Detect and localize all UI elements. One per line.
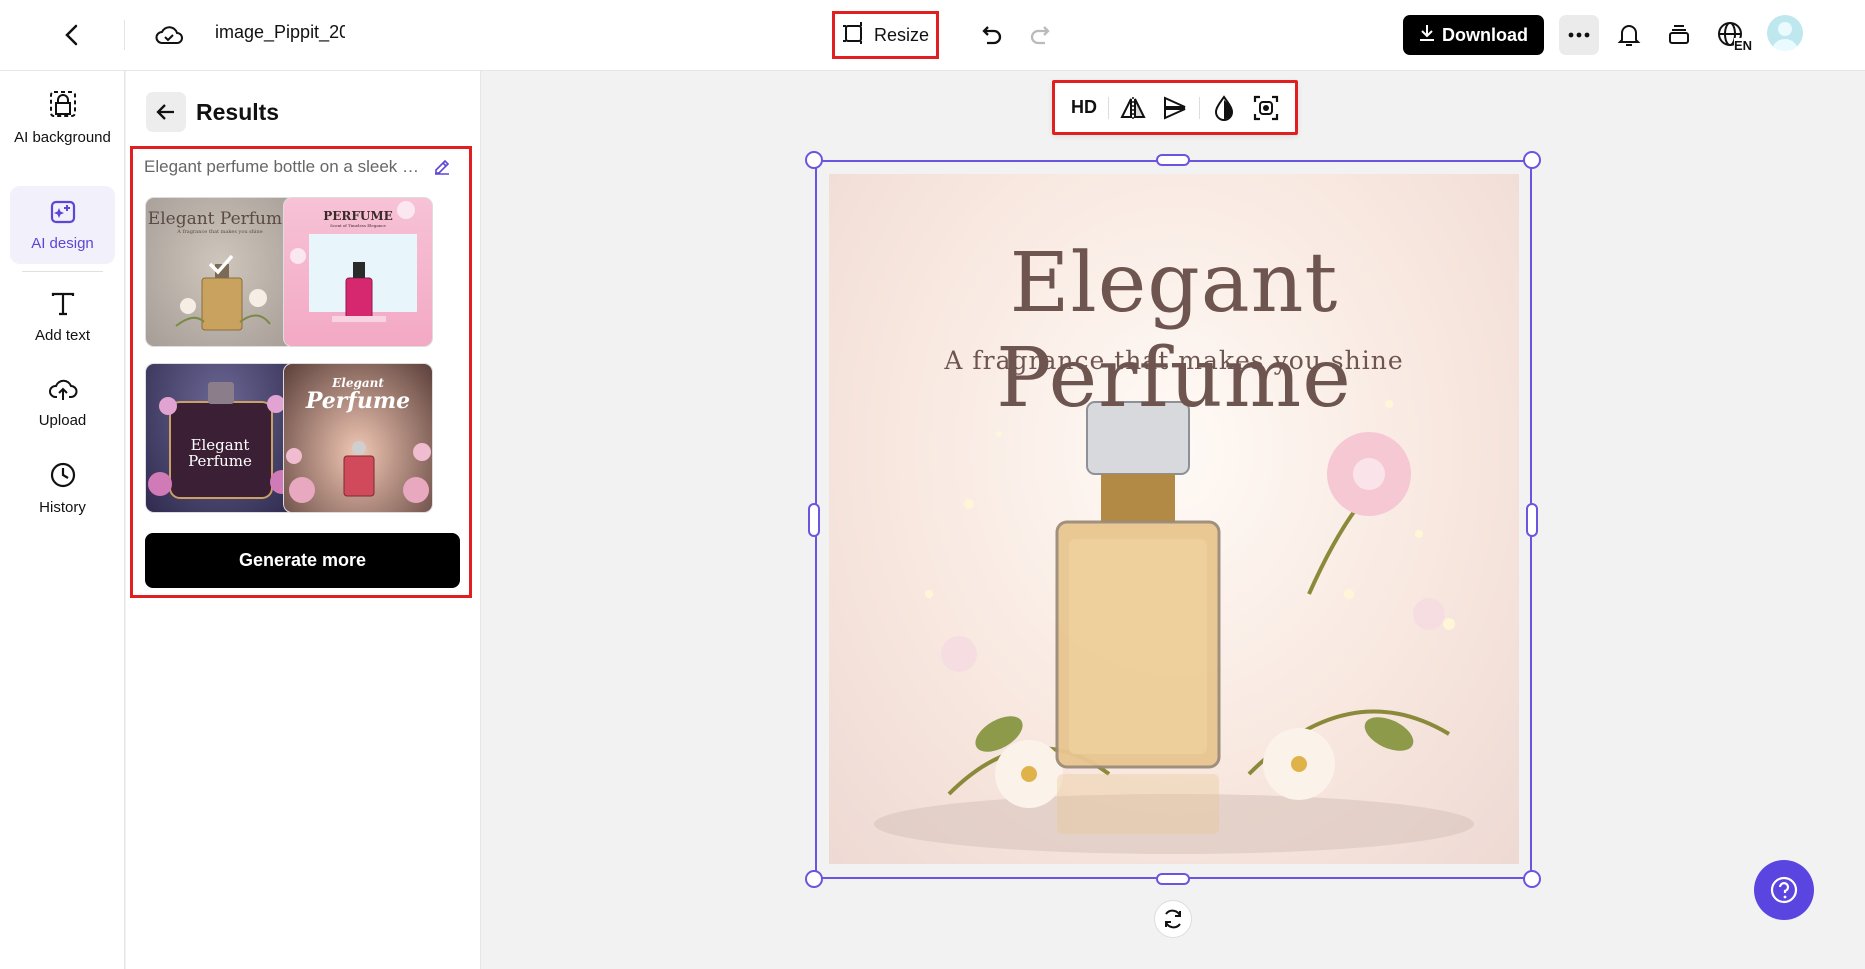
opacity-icon[interactable] [1206, 90, 1242, 126]
download-label: Download [1442, 24, 1528, 45]
flip-horizontal-icon[interactable] [1115, 90, 1151, 126]
flip-vertical-icon[interactable] [1157, 90, 1193, 126]
hd-button[interactable]: HD [1066, 90, 1102, 126]
resize-icon [842, 21, 866, 50]
rail-item-ai-background[interactable]: AI background [10, 89, 115, 179]
panel-title: Results [196, 99, 280, 125]
rail-item-add-text[interactable]: Add text [10, 291, 115, 351]
canvas-selection[interactable]: Elegant Perfume A fragrance that makes y… [815, 160, 1532, 879]
help-icon[interactable] [1754, 860, 1814, 920]
avatar[interactable] [1767, 15, 1803, 51]
top-bar: image_Pippit_20 Resize Download EN [0, 0, 1865, 71]
rail-item-ai-design[interactable]: AI design [10, 186, 115, 264]
resize-handle-bottom[interactable] [1156, 873, 1190, 885]
rail-item-label: Upload [38, 412, 87, 429]
canvas-image[interactable]: Elegant Perfume A fragrance that makes y… [829, 174, 1519, 864]
redo-icon[interactable] [1025, 20, 1057, 52]
rail-item-label: Add text [34, 327, 91, 344]
results-section: Elegant perfume bottle on a sleek backgr… [130, 146, 472, 598]
toolbar-divider [1199, 96, 1200, 119]
result-thumbnail-3[interactable]: Elegant Perfume [145, 363, 295, 513]
prompt-text[interactable]: Elegant perfume bottle on a sleek backgr… [144, 157, 424, 177]
thumbnail-title-line2: Perfume [188, 452, 252, 470]
left-rail: AI background AI design Add text Upload … [0, 71, 125, 969]
image-toolbar: HD [1052, 80, 1298, 135]
resize-handle-left[interactable] [808, 503, 820, 537]
upload-icon [48, 376, 78, 407]
canvas-title: Elegant Perfume [996, 236, 1352, 426]
ai-background-icon [48, 89, 78, 124]
divider [124, 20, 125, 50]
back-icon[interactable] [56, 20, 86, 50]
results-panel: Results Elegant perfume bottle on a slee… [126, 71, 481, 969]
resize-handle-right[interactable] [1526, 503, 1538, 537]
cutout-icon[interactable] [1248, 90, 1284, 126]
resize-handle-top-right[interactable] [1523, 151, 1541, 169]
rail-item-upload[interactable]: Upload [10, 376, 115, 436]
resize-label: Resize [873, 24, 930, 45]
edit-icon[interactable] [433, 157, 451, 180]
back-arrow-icon[interactable] [146, 92, 186, 132]
rail-item-history[interactable]: History [10, 461, 115, 521]
toolbar-divider [1108, 96, 1109, 119]
rail-item-label: AI background [14, 129, 111, 146]
result-thumbnail-1[interactable]: Elegant Perfume A fragrance that makes y… [145, 197, 295, 347]
resize-handle-bottom-right[interactable] [1523, 870, 1541, 888]
language-icon[interactable]: EN [1710, 16, 1753, 54]
download-icon [1419, 24, 1435, 46]
result-thumbnail-4[interactable]: Elegant Perfume [283, 363, 433, 513]
canvas-subtitle: A fragrance that makes you shine [944, 346, 1404, 375]
resize-handle-bottom-left[interactable] [805, 870, 823, 888]
cloud-save-icon[interactable] [152, 18, 186, 52]
document-title[interactable]: image_Pippit_20 [215, 22, 345, 43]
selected-check-icon [208, 254, 234, 275]
rotate-icon[interactable] [1154, 900, 1192, 938]
rail-item-label: History [39, 499, 86, 516]
layers-icon[interactable] [1662, 18, 1696, 52]
more-icon[interactable] [1559, 15, 1599, 55]
bell-icon[interactable] [1612, 18, 1646, 52]
language-code: EN [1734, 38, 1753, 53]
text-icon [50, 291, 76, 322]
resize-handle-top-left[interactable] [805, 151, 823, 169]
undo-icon[interactable] [975, 20, 1007, 52]
result-thumbnail-2[interactable]: PERFUME Scent of Timeless Elegance [283, 197, 433, 347]
history-icon [49, 461, 77, 494]
ai-design-icon [49, 199, 77, 230]
generate-more-button[interactable]: Generate more [145, 533, 460, 588]
perfume-bottle-image [290, 201, 415, 322]
resize-button[interactable]: Resize [832, 11, 939, 59]
resize-handle-top[interactable] [1156, 154, 1190, 166]
thumbnail-title-line2: Perfume [305, 388, 411, 414]
download-button[interactable]: Download [1403, 15, 1544, 55]
rail-item-label: AI design [31, 235, 94, 252]
rail-divider [22, 271, 103, 272]
